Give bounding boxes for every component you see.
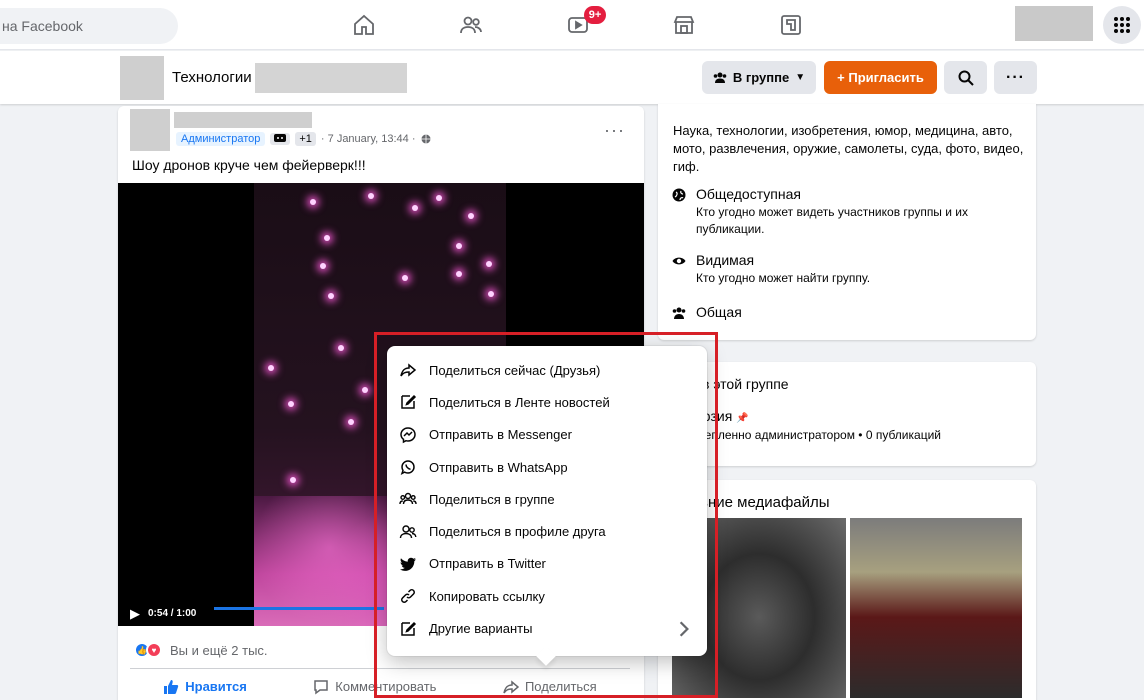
group-name-redacted [255, 63, 407, 93]
video-progress-bar[interactable] [214, 607, 384, 610]
thumbs-up-icon [164, 679, 179, 694]
admin-badge[interactable]: Администратор [176, 132, 266, 146]
group-description: Наука, технологии, изобретения, юмор, ме… [673, 123, 1024, 174]
post-text: Шоу дронов круче чем фейерверк!!! [132, 157, 366, 173]
home-icon[interactable] [351, 12, 377, 38]
profile-redacted[interactable] [1015, 6, 1093, 41]
like-label: Нравится [185, 679, 247, 694]
video-time: 0:54 / 1:00 [148, 608, 197, 619]
visible-title: Видимая [696, 252, 755, 268]
caret-down-icon: ▼ [795, 72, 806, 83]
more-options-button[interactable]: ··· [994, 61, 1037, 94]
notification-badge: 9+ [584, 6, 606, 24]
author-avatar[interactable] [130, 109, 170, 151]
menu-grid-icon[interactable] [1103, 6, 1141, 44]
featured-item-sub: репленно администратором • 0 публикаций [698, 428, 941, 442]
public-subtitle: Кто угодно может видеть участников групп… [696, 205, 969, 236]
group-avatar[interactable] [120, 56, 164, 100]
extra-count[interactable]: +1 [295, 132, 316, 146]
group-type: Общая [672, 304, 742, 320]
reaction-icons: 👍 ♥ [134, 642, 162, 658]
group-header-bar: Технологии В группе ▼ + Пригласить ··· [0, 51, 1144, 104]
general-title: Общая [696, 304, 742, 320]
top-navigation: на Facebook 9+ [0, 0, 1144, 50]
privacy-public: Общедоступная Кто угодно может видеть уч… [672, 186, 1026, 238]
more-icon: ··· [1006, 68, 1025, 86]
author-name-redacted[interactable] [174, 112, 312, 128]
globe-icon [421, 134, 430, 144]
media-title: вние медиафайлы [700, 494, 830, 511]
post-options-icon[interactable]: ··· [604, 120, 625, 141]
media-thumbnail[interactable] [850, 518, 1022, 698]
like-button[interactable]: Нравится [163, 679, 247, 695]
members-icon [713, 72, 727, 83]
friends-icon[interactable] [458, 12, 484, 38]
invite-button[interactable]: + Пригласить [824, 61, 937, 94]
group-name[interactable]: Технологии [172, 69, 252, 86]
invite-label: + Пригласить [837, 70, 924, 85]
search-input[interactable]: на Facebook [0, 8, 178, 44]
comment-icon [314, 679, 329, 694]
gaming-icon[interactable] [778, 12, 804, 38]
in-group-button[interactable]: В группе ▼ [702, 61, 816, 94]
eye-icon [672, 257, 686, 265]
about-card: Наука, технологии, изобретения, юмор, ме… [658, 104, 1036, 340]
search-icon [958, 70, 974, 86]
members-icon [672, 307, 686, 319]
visible-subtitle: Кто угодно может найти группу. [696, 271, 871, 285]
pin-icon: 📌 [736, 413, 749, 424]
post-timestamp[interactable]: · 7 January, 13:44 · [321, 133, 416, 145]
chat-icon [270, 133, 291, 145]
search-group-button[interactable] [944, 61, 987, 94]
play-icon[interactable]: ▶ [130, 606, 140, 622]
privacy-visible: Видимая Кто угодно может найти группу. [672, 252, 1026, 287]
marketplace-icon[interactable] [671, 12, 697, 38]
post-meta: Администратор +1 · 7 January, 13:44 · [176, 132, 431, 146]
public-title: Общедоступная [696, 186, 801, 202]
globe-icon [672, 188, 686, 202]
reactions-count: Вы и ещё 2 тыс. [170, 642, 268, 658]
love-reaction-icon: ♥ [146, 642, 162, 658]
in-group-label: В группе [732, 70, 790, 85]
highlight-annotation [374, 332, 718, 698]
